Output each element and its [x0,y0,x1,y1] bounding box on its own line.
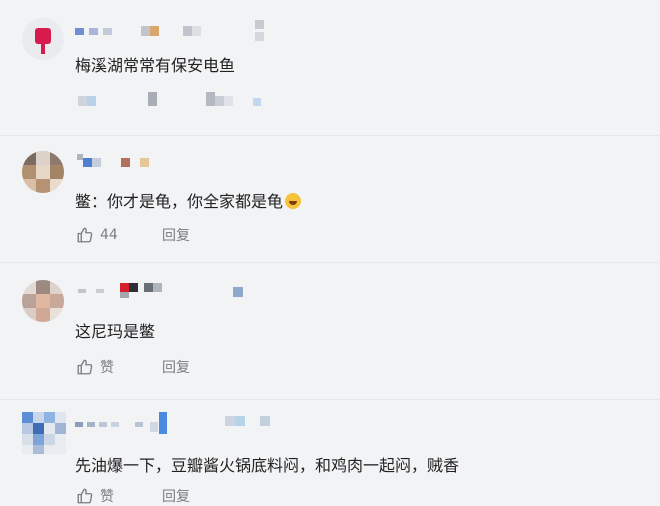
like-count: 44 [100,227,118,243]
avatar[interactable] [22,412,66,454]
comment-actions: 44 回复 [76,225,190,245]
avatar[interactable] [22,280,64,322]
reply-button[interactable]: 回复 [162,486,190,506]
comment-text: 梅溪湖常常有保安电鱼 [75,56,236,75]
reply-button[interactable]: 回复 [162,225,190,245]
thumbs-up-icon [77,227,93,243]
like-button[interactable]: 44 [76,226,162,244]
comment-text: 这尼玛是鳖 [75,322,156,341]
like-button[interactable]: 赞 [76,486,162,506]
comment-4: 先油爆一下，豆瓣酱火锅底料闷，和鸡肉一起闷，贼香 赞 回复 [0,399,660,505]
like-button[interactable]: 赞 [76,357,162,377]
comment-1: 梅溪湖常常有保安电鱼 [0,0,660,135]
comment-3: 这尼玛是鳖 赞 回复 [0,262,660,400]
thumbs-up-icon [77,359,93,375]
thumbs-up-icon [77,488,93,504]
laughing-emoji-icon [285,193,302,209]
like-label: 赞 [100,360,114,376]
comment-text-content: 鳖：你才是龟，你全家都是龟 [75,192,284,211]
comment-actions: 赞 回复 [76,357,190,377]
reply-button[interactable]: 回复 [162,357,190,377]
avatar[interactable] [22,151,64,193]
comment-text: 先油爆一下，豆瓣酱火锅底料闷，和鸡肉一起闷，贼香 [75,456,460,475]
comment-2: 鳖：你才是龟，你全家都是龟 44 回复 [0,135,660,263]
avatar[interactable] [22,18,64,60]
comment-text: 鳖：你才是龟，你全家都是龟 [75,188,302,212]
comment-actions: 赞 回复 [76,486,190,506]
like-label: 赞 [100,489,114,505]
